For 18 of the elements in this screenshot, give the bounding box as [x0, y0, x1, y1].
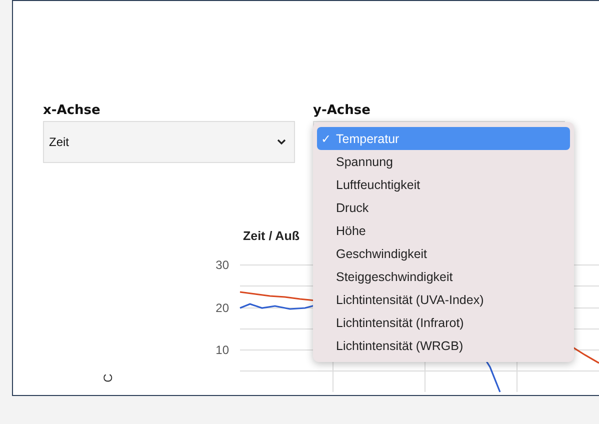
- y-tick-label: 10: [216, 343, 229, 357]
- chart-title: Zeit / Auß: [243, 229, 300, 243]
- y-axis-label: y-Achse: [313, 103, 372, 118]
- y-tick-label: 30: [216, 258, 229, 272]
- menu-option[interactable]: Lichtintensität (UVA-Index): [317, 288, 570, 311]
- menu-option[interactable]: Höhe: [317, 219, 570, 242]
- menu-option[interactable]: Druck: [317, 196, 570, 219]
- menu-option[interactable]: Lichtintensität (Infrarot): [317, 311, 570, 334]
- menu-option[interactable]: Luftfeuchtigkeit: [317, 173, 570, 196]
- x-axis-select[interactable]: Zeit: [43, 121, 295, 163]
- y-tick-label: 20: [216, 301, 229, 315]
- menu-option[interactable]: Geschwindigkeit: [317, 242, 570, 265]
- chevron-down-icon: [277, 139, 286, 145]
- x-axis-label: x-Achse: [43, 103, 102, 118]
- menu-option[interactable]: Lichtintensität (WRGB): [317, 334, 570, 357]
- menu-option[interactable]: Steiggeschwindigkeit: [317, 265, 570, 288]
- y-axis-title: C: [101, 374, 115, 382]
- menu-option[interactable]: Spannung: [317, 150, 570, 173]
